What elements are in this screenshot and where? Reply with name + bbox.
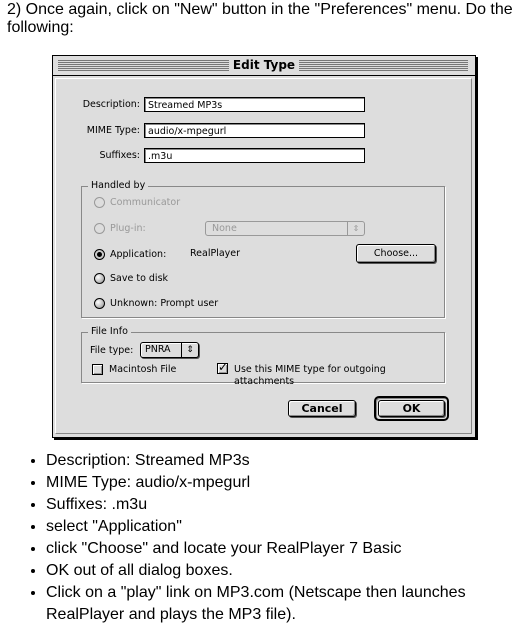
list-item: Click on a "play" link on MP3.com (Netsc… xyxy=(46,582,516,626)
choose-button[interactable]: Choose... xyxy=(356,244,436,263)
application-name: RealPlayer xyxy=(190,248,241,259)
description-field[interactable]: Streamed MP3s xyxy=(144,97,365,112)
use-mime-label: Use this MIME type for outgoing attachme… xyxy=(234,364,386,387)
suffixes-field[interactable]: .m3u xyxy=(144,148,365,163)
list-item: OK out of all dialog boxes. xyxy=(46,560,516,582)
file-type-popup[interactable]: PNRA ⇕ xyxy=(140,342,199,358)
popup-arrows-icon: ⇕ xyxy=(181,343,198,357)
save-to-disk-label: Save to disk xyxy=(110,273,169,284)
list-item: click "Choose" and locate your RealPlaye… xyxy=(46,538,516,560)
file-info-title: File Info xyxy=(88,326,131,338)
checkmark-icon: ✓ xyxy=(218,360,229,374)
unknown-label: Unknown: Prompt user xyxy=(110,298,219,309)
mime-type-field[interactable]: audio/x-mpegurl xyxy=(144,123,365,138)
plugin-popup-value: None xyxy=(212,223,237,234)
file-type-label: File type: xyxy=(90,345,134,356)
suffixes-label: Suffixes: xyxy=(99,150,140,161)
description-label: Description: xyxy=(82,99,140,110)
unknown-radio[interactable] xyxy=(94,298,105,309)
list-item: Description: Streamed MP3s xyxy=(46,450,516,472)
plugin-radio[interactable] xyxy=(94,223,105,234)
communicator-radio[interactable] xyxy=(94,197,105,208)
list-item: MIME Type: audio/x-mpegurl xyxy=(46,472,516,494)
dialog-title: Edit Type xyxy=(53,58,475,73)
edit-type-dialog: Edit Type Description: Streamed MP3s MIM… xyxy=(52,55,476,438)
dialog-body: Description: Streamed MP3s MIME Type: au… xyxy=(55,78,472,434)
dialog-titlebar[interactable]: Edit Type xyxy=(53,56,475,76)
mime-type-label: MIME Type: xyxy=(86,125,140,136)
macintosh-file-checkbox[interactable] xyxy=(92,364,103,375)
application-radio[interactable] xyxy=(94,249,105,260)
list-item: Suffixes: .m3u xyxy=(46,494,516,516)
intro-text: 2) Once again, click on "New" button in … xyxy=(7,1,513,36)
list-item: select "Application" xyxy=(46,516,516,538)
plugin-popup[interactable]: None ⇕ xyxy=(205,221,365,236)
steps-list: Description: Streamed MP3s MIME Type: au… xyxy=(20,450,516,626)
file-type-value: PNRA xyxy=(145,344,171,355)
application-label: Application: xyxy=(110,249,167,260)
save-to-disk-radio[interactable] xyxy=(94,273,105,284)
dialog-title-text: Edit Type xyxy=(228,58,300,72)
macintosh-file-label: Macintosh File xyxy=(109,364,177,375)
communicator-label: Communicator xyxy=(110,197,181,208)
ok-button[interactable]: OK xyxy=(378,400,445,417)
popup-arrows-icon: ⇕ xyxy=(347,222,364,235)
handled-by-group: Handled by Communicator Plug-in: None ⇕ … xyxy=(81,180,445,318)
file-info-group: File Info File type: PNRA ⇕ Macintosh Fi… xyxy=(81,326,445,387)
handled-by-title: Handled by xyxy=(88,180,149,192)
plugin-label: Plug-in: xyxy=(110,223,146,234)
use-mime-checkbox[interactable]: ✓ xyxy=(217,360,229,374)
cancel-button[interactable]: Cancel xyxy=(288,400,356,417)
